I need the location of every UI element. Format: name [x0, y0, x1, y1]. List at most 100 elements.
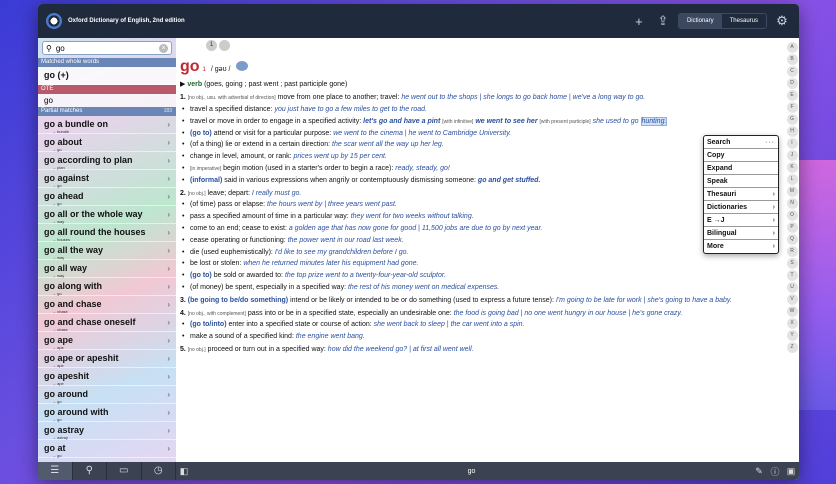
tab-thesaurus[interactable]: Thesaurus	[722, 14, 766, 28]
list-item[interactable]: go ape or apeshit → ape ›	[38, 350, 176, 368]
alphabet-letter[interactable]: O	[786, 210, 798, 221]
gear-icon[interactable]: ⚙	[773, 13, 791, 29]
list-item[interactable]: go	[38, 94, 176, 107]
verb-forms: (goes, going ; past went ; past particip…	[204, 81, 348, 89]
pronunciation: / gəʊ /	[210, 66, 231, 73]
alphabet-letter[interactable]: Q	[786, 234, 798, 245]
list-item-word: go apeshit	[44, 371, 90, 381]
menu-item[interactable]: Bilingual ›	[704, 227, 778, 240]
alphabet-letter[interactable]: I	[786, 138, 798, 149]
alphabet-letter[interactable]: F	[786, 102, 798, 113]
image-icon[interactable]: ▣	[783, 466, 799, 477]
list-item[interactable]: go a bundle on → bundle ›	[38, 116, 176, 134]
info-icon[interactable]: ⓘ	[767, 465, 783, 478]
list-item[interactable]: go all the way → way ›	[38, 242, 176, 260]
list-item[interactable]: go all round the houses → houses ›	[38, 224, 176, 242]
share-icon[interactable]: ⇪	[654, 13, 672, 29]
list-item[interactable]: go at → go ›	[38, 440, 176, 458]
speaker-icon[interactable]	[236, 61, 249, 71]
menu-item-label: Expand	[707, 164, 733, 172]
alphabet-letter[interactable]: Y	[786, 330, 798, 341]
search-box[interactable]: ⚲ go ×	[42, 41, 172, 55]
list-item-word: go along with	[44, 281, 102, 291]
alphabet-letter[interactable]: N	[786, 198, 798, 209]
alphabet-letter[interactable]: M	[786, 186, 798, 197]
list-item-word: go all the way	[44, 245, 104, 255]
list-item[interactable]: go around with → go ›	[38, 404, 176, 422]
chevron-right-icon: ›	[167, 336, 170, 345]
history-icon[interactable]: ◷	[142, 462, 176, 480]
tab-dictionary[interactable]: Dictionary	[678, 14, 722, 28]
list-item[interactable]: go ahead → go ›	[38, 188, 176, 206]
alphabet-letter[interactable]: Z	[786, 342, 798, 353]
app-title: Oxford Dictionary of English, 2nd editio…	[68, 18, 185, 24]
list-item[interactable]: go along with → go ›	[38, 278, 176, 296]
menu-item[interactable]: Thesauri ›	[704, 188, 778, 201]
menu-item[interactable]: Search ···	[704, 136, 778, 149]
list-item[interactable]: go and chase oneself → chase ›	[38, 314, 176, 332]
menu-item-label: E →J	[707, 216, 725, 224]
list-item[interactable]: go all or the whole way → way ›	[38, 206, 176, 224]
list-item-word: go around	[44, 389, 88, 399]
list-item[interactable]: go astray → astray ›	[38, 422, 176, 440]
alphabet-letter[interactable]: A	[786, 42, 798, 53]
alphabet-letter[interactable]: P	[786, 222, 798, 233]
list-item[interactable]: go and chase → chase ›	[38, 296, 176, 314]
menu-item[interactable]: Copy	[704, 149, 778, 162]
alphabet-letter[interactable]: T	[786, 270, 798, 281]
alphabet-letter[interactable]: W	[786, 306, 798, 317]
list-item-word: go around with	[44, 407, 109, 417]
alphabet-letter[interactable]: S	[786, 258, 798, 269]
selected-word[interactable]: hunting.	[640, 116, 668, 126]
list-item[interactable]: go against → go ›	[38, 170, 176, 188]
alphabet-letter[interactable]: G	[786, 114, 798, 125]
chevron-right-icon: ›	[167, 300, 170, 309]
alphabet-letter[interactable]: L	[786, 174, 798, 185]
partial-header: Partial matches 183	[38, 107, 176, 116]
list-item-word: go against	[44, 173, 90, 183]
alphabet-letter[interactable]: U	[786, 282, 798, 293]
list-item-word: go according to plan	[44, 155, 133, 165]
menu-item-label: More	[707, 243, 724, 250]
alphabet-letter[interactable]: R	[786, 246, 798, 257]
list-item[interactable]: go about → go ›	[38, 134, 176, 152]
alphabet-letter[interactable]: E	[786, 90, 798, 101]
list-item-word: go astray	[44, 425, 85, 435]
menu-item[interactable]: More ›	[704, 240, 778, 253]
alphabet-letter[interactable]: B	[786, 54, 798, 65]
list-item[interactable]: go around → go ›	[38, 386, 176, 404]
search-tab-icon[interactable]: ⚲	[73, 462, 107, 480]
list-item-word: go ape	[44, 335, 74, 345]
menu-item[interactable]: Speak	[704, 175, 778, 188]
list-item[interactable]: go (+)	[38, 67, 176, 85]
sense-1: 1. [no obj., usu. with adverbial of dire…	[180, 94, 646, 102]
list-item-word: go ahead	[44, 191, 84, 201]
title-bar: Oxford Dictionary of English, 2nd editio…	[38, 4, 799, 38]
alphabet-letter[interactable]: J	[786, 150, 798, 161]
alphabet-letter[interactable]: V	[786, 294, 798, 305]
chevron-right-icon: ›	[167, 264, 170, 273]
chevron-right-icon: ›	[167, 390, 170, 399]
list-icon[interactable]: ☰	[38, 462, 73, 480]
menu-item[interactable]: Expand	[704, 162, 778, 175]
menu-item[interactable]: Dictionaries ›	[704, 201, 778, 214]
list-item[interactable]: go ape → ape ›	[38, 332, 176, 350]
book-icon[interactable]: ▭	[107, 462, 142, 480]
alphabet-letter[interactable]: D	[786, 78, 798, 89]
alphabet-letter[interactable]: X	[786, 318, 798, 329]
alphabet-letter[interactable]: K	[786, 162, 798, 173]
list-item-word: go about	[44, 137, 82, 147]
add-icon[interactable]: +	[630, 14, 648, 29]
menu-item[interactable]: E →J ›	[704, 214, 778, 227]
alphabet-letter[interactable]: C	[786, 66, 798, 77]
clear-icon[interactable]: ×	[159, 43, 168, 53]
list-item[interactable]: go all way → way ›	[38, 260, 176, 278]
dictionary-thesaurus-toggle[interactable]: Dictionary Thesaurus	[677, 13, 767, 29]
alphabet-letter[interactable]: H	[786, 126, 798, 137]
sidebar-toggle-icon[interactable]: ◧	[176, 466, 192, 477]
search-input[interactable]: go	[56, 44, 159, 53]
edit-icon[interactable]: ✎	[751, 466, 767, 477]
list-item-word: go at	[44, 443, 66, 453]
list-item[interactable]: go apeshit → ape ›	[38, 368, 176, 386]
list-item[interactable]: go according to plan → plan ›	[38, 152, 176, 170]
